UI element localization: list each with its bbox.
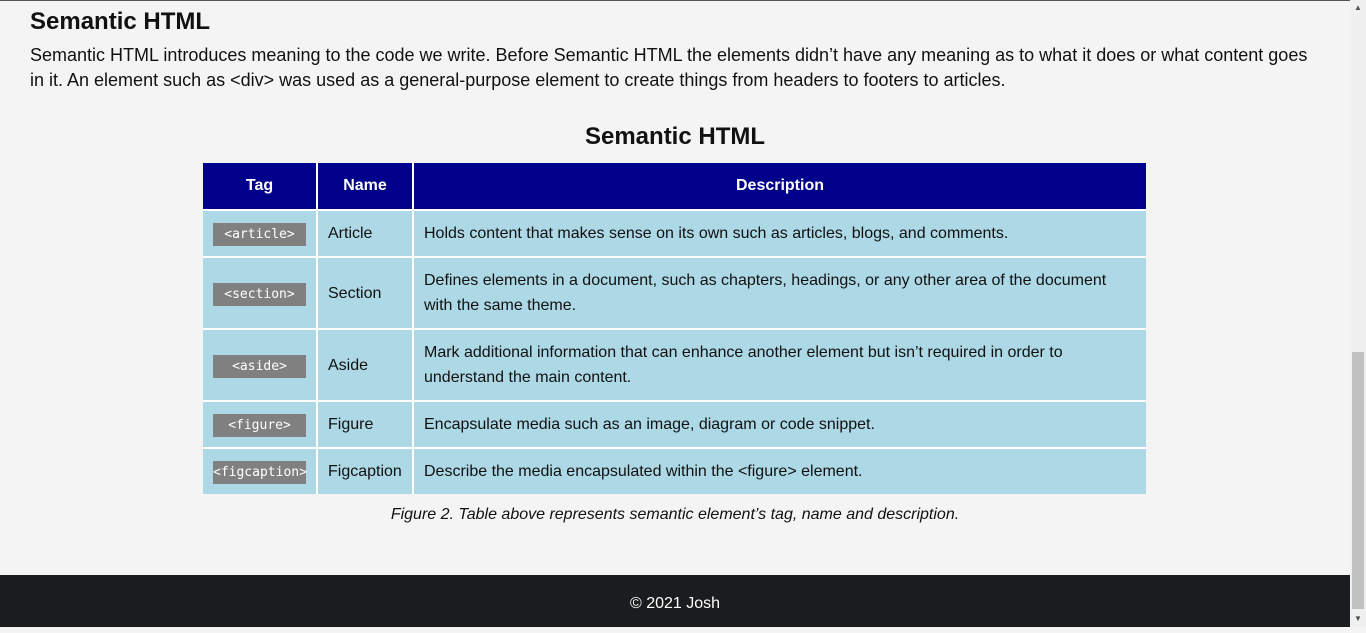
tag-code: <section>	[213, 282, 306, 306]
table-row: <aside> Aside Mark additional informatio…	[203, 328, 1146, 402]
header-tag: Tag	[203, 163, 318, 211]
header-description: Description	[412, 163, 1146, 211]
section-title: Semantic HTML	[30, 8, 211, 35]
page-footer: © 2021 Josh	[0, 575, 1350, 627]
tag-code: <article>	[213, 223, 306, 246]
name-cell: Figure	[316, 400, 414, 449]
description-cell: Encapsulate media such as an image, diag…	[412, 400, 1146, 449]
footer-copyright: © 2021 Josh	[629, 595, 721, 612]
description-cell: Describe the media encapsulated within t…	[412, 447, 1146, 494]
tag-cell: <article>	[203, 209, 318, 258]
tag-code: <figcaption>	[213, 461, 307, 484]
tag-cell: <section>	[203, 256, 318, 330]
tag-cell: <figure>	[203, 400, 318, 449]
table-header-row: Tag Name Description	[203, 163, 1146, 211]
scrollbar-thumb[interactable]	[1352, 352, 1364, 609]
name-cell: Section	[316, 256, 414, 330]
table-row: <figure> Figure Encapsulate media such a…	[203, 400, 1146, 449]
table-row: <section> Section Defines elements in a …	[203, 256, 1146, 330]
tag-code: <figure>	[213, 414, 306, 437]
name-cell: Figcaption	[316, 447, 414, 494]
header-name: Name	[316, 163, 414, 211]
table-title: Semantic HTML	[584, 123, 766, 150]
semantic-elements-table: Tag Name Description <article> Article H…	[203, 163, 1146, 494]
name-cell: Aside	[316, 328, 414, 402]
intro-paragraph: Semantic HTML introduces meaning to the …	[30, 45, 1308, 90]
table-row: <figcaption> Figcaption Describe the med…	[203, 447, 1146, 494]
main-content: Semantic HTML Semantic HTML introduces m…	[0, 0, 1350, 575]
scroll-up-arrow-icon[interactable]: ▲	[1350, 0, 1366, 16]
description-cell: Mark additional information that can enh…	[412, 328, 1146, 402]
description-cell: Holds content that makes sense on its ow…	[412, 209, 1146, 258]
tag-code: <aside>	[213, 354, 306, 378]
table-row: <article> Article Holds content that mak…	[203, 209, 1146, 258]
description-cell: Defines elements in a document, such as …	[412, 256, 1146, 330]
tag-cell: <figcaption>	[203, 447, 318, 494]
scroll-down-arrow-icon[interactable]: ▼	[1350, 611, 1366, 627]
vertical-scrollbar[interactable]: ▲ ▼	[1350, 0, 1366, 627]
tag-cell: <aside>	[203, 328, 318, 402]
name-cell: Article	[316, 209, 414, 258]
table-caption: Figure 2. Table above represents semanti…	[390, 506, 960, 523]
